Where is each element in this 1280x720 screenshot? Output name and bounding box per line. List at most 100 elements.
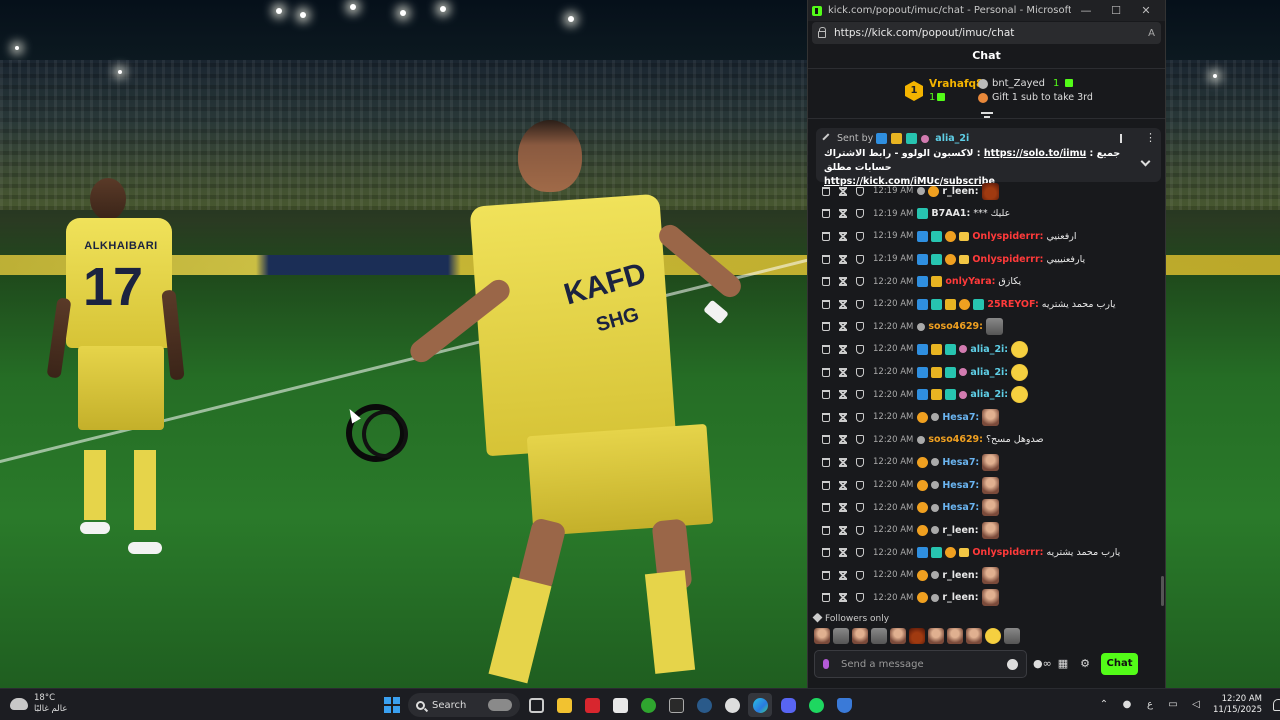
message-input[interactable]: Send a message bbox=[814, 650, 1027, 678]
message-placeholder[interactable]: Send a message bbox=[841, 659, 1007, 670]
ban-icon[interactable] bbox=[856, 390, 864, 400]
ban-icon[interactable] bbox=[856, 254, 864, 264]
message-username[interactable]: Onlyspiderrr: bbox=[972, 547, 1043, 558]
timeout-icon[interactable] bbox=[839, 390, 847, 400]
chat-message[interactable]: 12:20 AM onlyYara: يكازق bbox=[808, 270, 1167, 293]
send-chat-button[interactable]: Chat bbox=[1101, 653, 1138, 675]
scrollbar[interactable] bbox=[1161, 576, 1164, 606]
ban-icon[interactable] bbox=[856, 344, 864, 354]
timeout-icon[interactable] bbox=[839, 548, 847, 558]
emote-button[interactable] bbox=[928, 628, 944, 644]
message-username[interactable]: Hesa7: bbox=[942, 457, 979, 468]
delete-icon[interactable] bbox=[822, 231, 830, 241]
adobe-button[interactable] bbox=[580, 693, 604, 717]
delete-icon[interactable] bbox=[822, 525, 830, 535]
message-username[interactable]: alia_2i: bbox=[970, 367, 1008, 378]
delete-icon[interactable] bbox=[822, 412, 830, 422]
delete-icon[interactable] bbox=[822, 548, 830, 558]
emoji-icon[interactable] bbox=[1007, 658, 1018, 670]
message-username[interactable]: B7AA1: bbox=[931, 208, 970, 219]
message-username[interactable]: 25REYOF: bbox=[987, 299, 1038, 310]
chat-message[interactable]: 12:19 AM Onlyspiderrr: يارفعنيييي bbox=[808, 248, 1167, 271]
chat-message[interactable]: 12:20 AM soso4629: صدوهل مسح؟ bbox=[808, 429, 1167, 452]
url-text[interactable]: https://kick.com/popout/imuc/chat bbox=[834, 27, 1148, 39]
delete-icon[interactable] bbox=[822, 570, 830, 580]
pinned-link[interactable]: https://solo.to/iimu bbox=[984, 148, 1086, 159]
chat-message[interactable]: 12:20 AM alia_2i: bbox=[808, 338, 1167, 361]
timeout-icon[interactable] bbox=[839, 231, 847, 241]
ban-icon[interactable] bbox=[856, 231, 864, 241]
emote-button[interactable] bbox=[1004, 628, 1020, 644]
chat-message[interactable]: 12:20 AM Hesa7: bbox=[808, 406, 1167, 429]
leader-username[interactable]: Vrahafq8 bbox=[929, 78, 983, 90]
ban-icon[interactable] bbox=[856, 503, 864, 513]
delete-icon[interactable] bbox=[822, 254, 830, 264]
close-button[interactable]: ✕ bbox=[1131, 4, 1161, 17]
message-username[interactable]: Onlyspiderrr: bbox=[972, 231, 1043, 242]
address-bar[interactable]: https://kick.com/popout/imuc/chat A bbox=[812, 22, 1161, 44]
network-icon[interactable]: ▭ bbox=[1167, 699, 1179, 711]
ban-icon[interactable] bbox=[856, 480, 864, 490]
chat-message[interactable]: 12:19 AM Onlyspiderrr: ارفعنيي bbox=[808, 225, 1167, 248]
timeout-icon[interactable] bbox=[839, 525, 847, 535]
chat-message[interactable]: 12:20 AM Hesa7: bbox=[808, 451, 1167, 474]
chat-message[interactable]: 12:20 AM alia_2i: bbox=[808, 361, 1167, 384]
spotify-button[interactable] bbox=[804, 693, 828, 717]
delete-icon[interactable] bbox=[822, 344, 830, 354]
ban-icon[interactable] bbox=[856, 570, 864, 580]
chat-message[interactable]: 12:20 AM Hesa7: bbox=[808, 496, 1167, 519]
weather-widget[interactable]: 18°C عالم غالبًا bbox=[10, 693, 67, 715]
delete-icon[interactable] bbox=[822, 367, 830, 377]
chat-message[interactable]: 12:20 AM 25REYOF: يارب محمد يشتريه bbox=[808, 293, 1167, 316]
xbox-button[interactable] bbox=[636, 693, 660, 717]
timeout-icon[interactable] bbox=[839, 186, 847, 196]
emote-button[interactable] bbox=[833, 628, 849, 644]
timeout-icon[interactable] bbox=[839, 209, 847, 219]
delete-icon[interactable] bbox=[822, 277, 830, 287]
timeout-icon[interactable] bbox=[839, 435, 847, 445]
ban-icon[interactable] bbox=[856, 457, 864, 467]
read-aloud-icon[interactable]: A bbox=[1148, 28, 1155, 39]
message-username[interactable]: Hesa7: bbox=[942, 412, 979, 423]
message-username[interactable]: Hesa7: bbox=[942, 480, 979, 491]
minimize-button[interactable]: — bbox=[1071, 4, 1101, 17]
chat-message[interactable]: 12:20 AM r_leen: bbox=[808, 519, 1167, 542]
pinned-username[interactable]: alia_2i bbox=[935, 133, 969, 144]
chat-message[interactable]: 12:20 AM alia_2i: bbox=[808, 383, 1167, 406]
timeout-icon[interactable] bbox=[839, 367, 847, 377]
task-view-button[interactable] bbox=[524, 693, 548, 717]
ban-icon[interactable] bbox=[856, 186, 864, 196]
epic-games-button[interactable] bbox=[664, 693, 688, 717]
delete-icon[interactable] bbox=[822, 299, 830, 309]
emote-button[interactable] bbox=[947, 628, 963, 644]
clock[interactable]: 12:20 AM 11/15/2025 bbox=[1213, 694, 1262, 716]
delete-icon[interactable] bbox=[822, 390, 830, 400]
ban-icon[interactable] bbox=[856, 593, 864, 603]
delete-icon[interactable] bbox=[822, 186, 830, 196]
start-button[interactable] bbox=[380, 693, 404, 717]
timeout-icon[interactable] bbox=[839, 457, 847, 467]
settings-gear-icon[interactable]: ⚙ bbox=[1077, 657, 1093, 671]
chat-message[interactable]: 12:20 AM Onlyspiderrr: يارب محمد يشتريه bbox=[808, 542, 1167, 565]
chat-message[interactable]: 12:20 AM r_leen: bbox=[808, 587, 1167, 610]
ban-icon[interactable] bbox=[856, 525, 864, 535]
chat-message[interactable]: 12:20 AM Hesa7: bbox=[808, 474, 1167, 497]
delete-icon[interactable] bbox=[822, 322, 830, 332]
timeout-icon[interactable] bbox=[839, 570, 847, 580]
timeout-icon[interactable] bbox=[839, 322, 847, 332]
expand-icon[interactable] bbox=[981, 112, 993, 120]
emote-button[interactable] bbox=[890, 628, 906, 644]
emote-button[interactable] bbox=[909, 628, 925, 644]
store-button[interactable] bbox=[608, 693, 632, 717]
message-username[interactable]: Onlyspiderrr: bbox=[972, 254, 1043, 265]
emote-button[interactable] bbox=[985, 628, 1001, 644]
ban-icon[interactable] bbox=[856, 322, 864, 332]
emote-button[interactable] bbox=[852, 628, 868, 644]
more-options-icon[interactable]: ⋮ bbox=[1145, 132, 1156, 143]
timeout-icon[interactable] bbox=[839, 299, 847, 309]
file-explorer-button[interactable] bbox=[552, 693, 576, 717]
message-username[interactable]: r_leen: bbox=[942, 592, 978, 603]
timeout-icon[interactable] bbox=[839, 593, 847, 603]
second-username[interactable]: bnt_Zayed bbox=[992, 78, 1045, 89]
ban-icon[interactable] bbox=[856, 209, 864, 219]
